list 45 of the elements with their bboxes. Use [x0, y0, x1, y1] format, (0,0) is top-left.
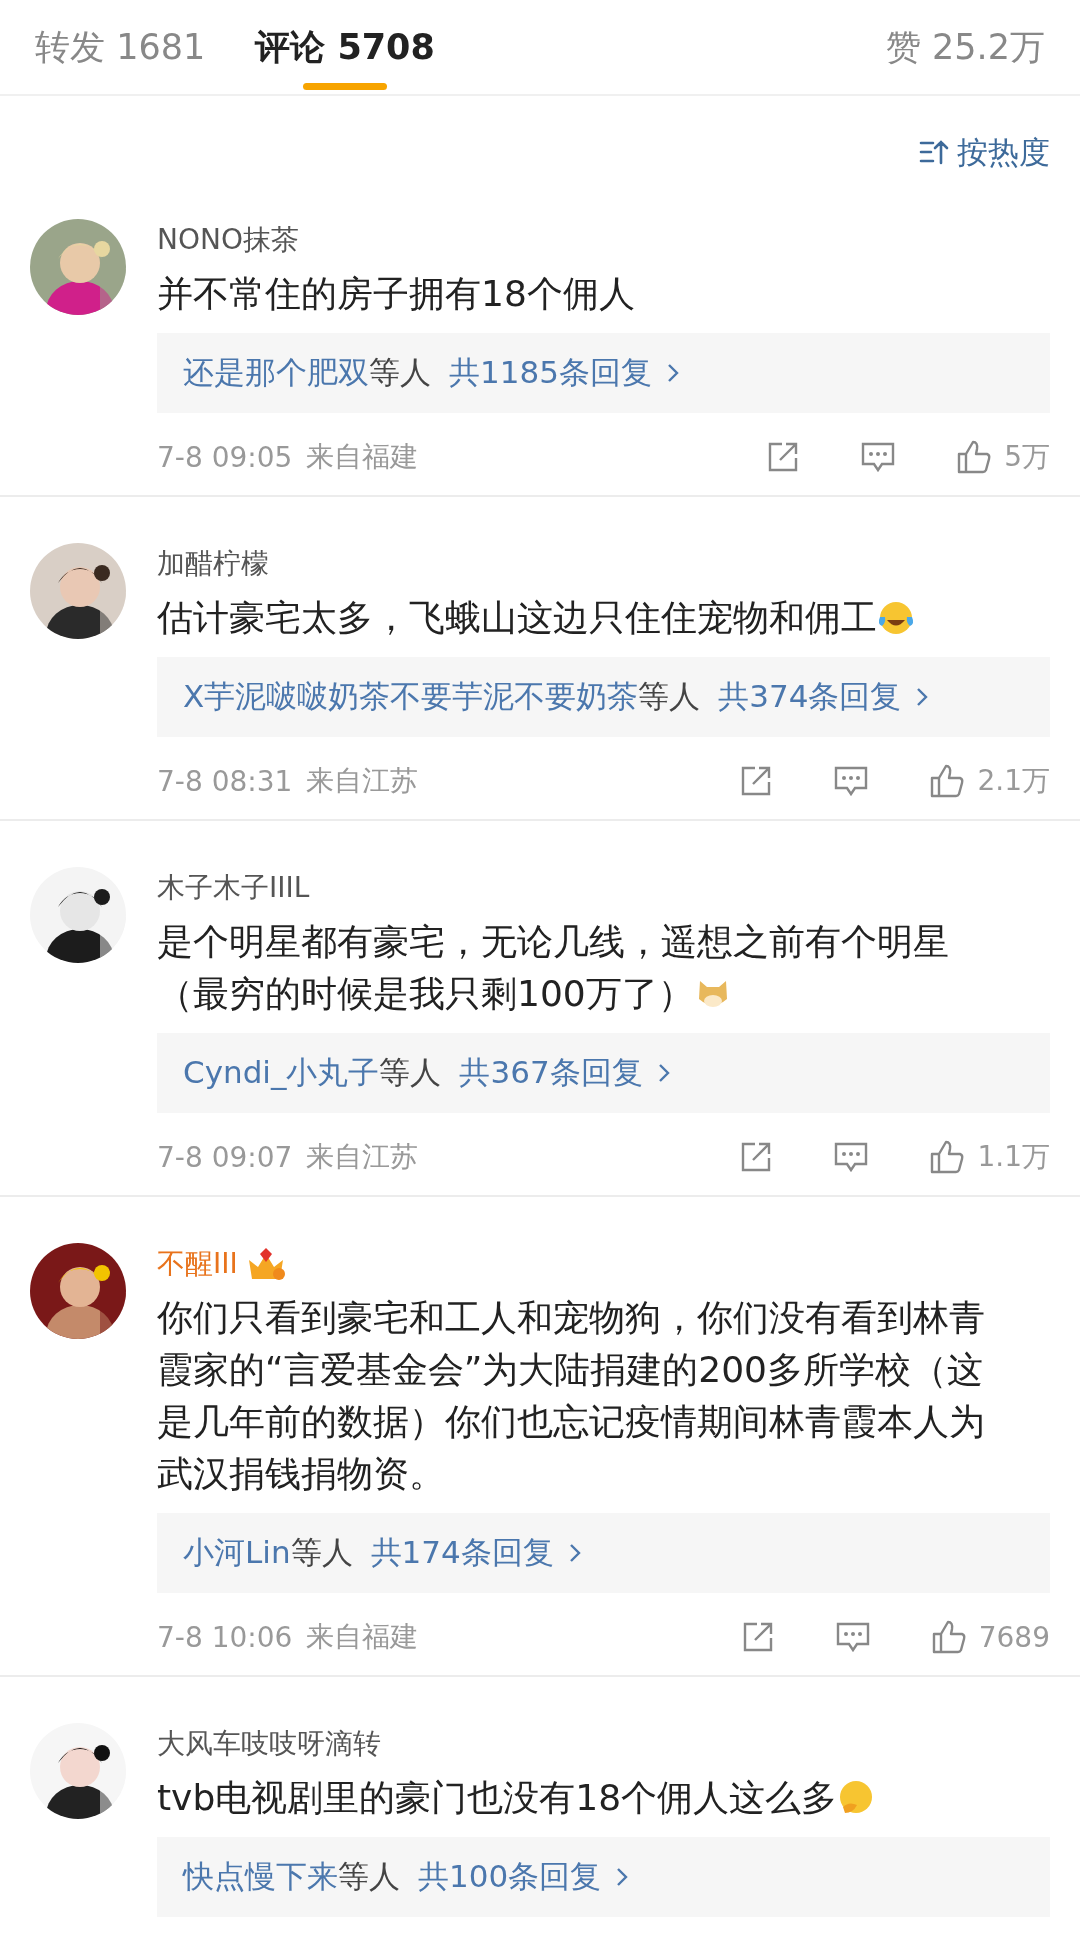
comment-location: 来自福建: [306, 439, 420, 475]
user-name[interactable]: 木子木子IIIL: [157, 869, 310, 907]
user-name[interactable]: 加醋柠檬: [157, 545, 269, 583]
chevron-icon: [665, 362, 680, 384]
comment-icon[interactable]: [860, 440, 897, 474]
comment-text: 并不常住的房子拥有18个佣人: [157, 272, 635, 316]
comment-text: 武汉捐钱捐物资。: [157, 1452, 445, 1496]
sort-icon: [919, 139, 949, 165]
thumbs-up-icon: [930, 1619, 967, 1655]
comment-text: 霞家的“言爱基金会”为大陆捐建的200多所学校（这: [157, 1348, 983, 1392]
comment-text: 你们只看到豪宅和工人和宠物狗，你们没有看到林青: [157, 1296, 985, 1340]
comment-location: 来自江苏: [306, 763, 420, 799]
sort-button[interactable]: 按热度: [919, 132, 1050, 172]
chevron-icon: [567, 1542, 582, 1564]
comment-icon[interactable]: [833, 764, 870, 798]
user-name[interactable]: NONO抹茶: [157, 221, 299, 259]
comment-time: 7-8 09:05: [157, 440, 293, 474]
comment-icon[interactable]: [833, 1140, 870, 1174]
replies-link[interactable]: X芋泥啵啵奶茶不要芋泥不要奶茶等人 共374条回复: [157, 657, 1050, 737]
thumbs-up-icon: [929, 763, 966, 799]
replies-link[interactable]: 还是那个肥双等人 共1185条回复: [157, 333, 1050, 413]
thumbs-up-icon: [929, 1139, 966, 1175]
user-name[interactable]: 大风车吱吱呀滴转: [157, 1725, 381, 1763]
thumbs-up-icon: [956, 439, 993, 475]
tab[interactable]: 评论 5708: [255, 22, 435, 72]
comment-time: 7-8 10:06: [157, 1620, 293, 1654]
chevron-icon: [656, 1062, 671, 1084]
comment-time: 7-8 08:31: [157, 764, 293, 798]
comment-text: 是几年前的数据）你们也忘记疫情期间林青霞本人为: [157, 1400, 985, 1444]
comment-text: 估计豪宅太多，飞蛾山这边只住住宠物和佣工: [157, 596, 877, 640]
comment-text: tvb电视剧里的豪门也没有18个佣人这么多: [157, 1776, 838, 1820]
comment-icon[interactable]: [834, 1620, 871, 1654]
replies-link[interactable]: Cyndi_小丸子等人 共367条回复: [157, 1033, 1050, 1113]
comment-location: 来自福建: [306, 1619, 420, 1655]
comment-location: 来自江苏: [306, 1139, 420, 1175]
chevron-icon: [915, 686, 930, 708]
comment-time: 7-8 09:07: [157, 1140, 293, 1174]
chevron-icon: [615, 1866, 630, 1888]
emoji-icon: [877, 599, 915, 637]
replies-link[interactable]: 快点慢下来等人 共100条回复: [157, 1837, 1050, 1917]
tab[interactable]: 转发 1681: [35, 22, 206, 72]
replies-link[interactable]: 小河Lin等人 共174条回复: [157, 1513, 1050, 1593]
comment-text: （最穷的时候是我只剩100万了）: [157, 972, 694, 1016]
like-count[interactable]: 赞 25.2万: [885, 23, 1045, 71]
comment-text: 是个明星都有豪宅，无论几线，遥想之前有个明星: [157, 920, 949, 964]
